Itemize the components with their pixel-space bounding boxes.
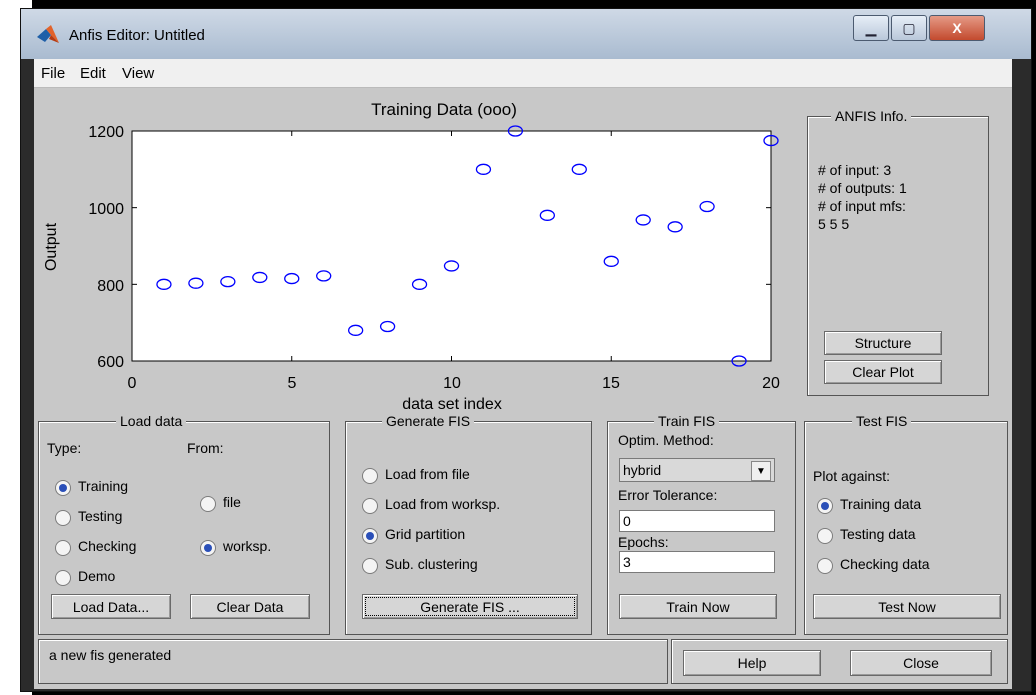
menu-view[interactable]: View [122, 65, 154, 82]
menu-edit[interactable]: Edit [80, 65, 106, 82]
x-tick-label: 10 [443, 375, 461, 392]
chevron-down-icon: ▼ [751, 461, 771, 481]
radio-grid-partition[interactable] [362, 528, 378, 544]
optim-method-select[interactable]: hybrid ▼ [619, 458, 775, 482]
test-now-button[interactable]: Test Now [813, 594, 1001, 619]
radio-training-data[interactable] [817, 498, 833, 514]
clear-plot-button[interactable]: Clear Plot [824, 360, 942, 384]
screen: Anfis Editor: Untitled ▁ ▢ X File Edit V… [0, 0, 1036, 695]
minimize-icon: ▁ [865, 19, 877, 36]
radio-demo[interactable] [55, 570, 71, 586]
radio-checking-data[interactable] [817, 558, 833, 574]
anfis-info-title: ANFIS Info. [831, 108, 912, 124]
info-mfs-values: 5 5 5 [818, 216, 850, 232]
menu-file[interactable]: File [41, 65, 65, 82]
optim-method-label: Optim. Method: [618, 432, 714, 448]
info-outputs: # of outputs: 1 [818, 180, 907, 196]
load-data-button[interactable]: Load Data... [51, 594, 171, 619]
generate-fis-button[interactable]: Generate FIS ... [362, 594, 578, 619]
radio-workspace-label: worksp. [223, 538, 272, 554]
radio-checking[interactable] [55, 540, 71, 556]
y-tick-label: 1000 [88, 201, 124, 218]
error-tolerance-input[interactable] [619, 510, 775, 532]
close-button[interactable]: Close [850, 650, 992, 676]
radio-testing[interactable] [55, 510, 71, 526]
radio-sub-clustering-label: Sub. clustering [385, 556, 478, 572]
x-axis-label: data set index [402, 396, 502, 409]
train-fis-title: Train FIS [654, 413, 720, 429]
train-now-button[interactable]: Train Now [619, 594, 777, 619]
close-window-button[interactable]: X [929, 15, 985, 41]
plot-axes [131, 130, 772, 362]
matlab-logo-icon [37, 25, 59, 43]
minimize-button[interactable]: ▁ [853, 15, 889, 41]
x-tick-label: 15 [602, 375, 620, 392]
training-data-plot: Training Data (ooo) 0 5 10 15 20 600 800… [43, 100, 780, 409]
maximize-icon: ▢ [902, 19, 916, 36]
info-inputs: # of input: 3 [818, 162, 892, 178]
clear-data-button[interactable]: Clear Data [190, 594, 310, 619]
y-tick-label: 1200 [88, 124, 124, 141]
y-axis-label: Output [43, 222, 60, 271]
window-title: Anfis Editor: Untitled [69, 27, 205, 44]
status-message: a new fis generated [49, 647, 172, 663]
load-data-title: Load data [116, 413, 187, 429]
radio-sub-clustering[interactable] [362, 558, 378, 574]
radio-load-from-file-label: Load from file [385, 466, 470, 482]
anfis-editor-window: Anfis Editor: Untitled ▁ ▢ X File Edit V… [20, 8, 1032, 692]
y-tick-label: 600 [97, 354, 124, 371]
x-tick-label: 5 [288, 375, 297, 392]
radio-training[interactable] [55, 480, 71, 496]
radio-grid-partition-label: Grid partition [385, 526, 466, 542]
plot-against-label: Plot against: [813, 468, 891, 484]
radio-testing-label: Testing [78, 508, 123, 524]
epochs-input[interactable] [619, 551, 775, 573]
test-fis-title: Test FIS [852, 413, 912, 429]
radio-load-from-workspace-label: Load from worksp. [385, 496, 501, 512]
radio-workspace[interactable] [200, 540, 216, 556]
error-tolerance-label: Error Tolerance: [618, 487, 718, 503]
info-mfs-label: # of input mfs: [818, 198, 906, 214]
radio-training-data-label: Training data [840, 496, 922, 512]
radio-testing-data-label: Testing data [840, 526, 916, 542]
radio-training-label: Training [78, 478, 129, 494]
radio-testing-data[interactable] [817, 528, 833, 544]
epochs-label: Epochs: [618, 534, 669, 550]
radio-load-from-workspace[interactable] [362, 498, 378, 514]
radio-demo-label: Demo [78, 568, 116, 584]
radio-checking-label: Checking [78, 538, 137, 554]
generate-fis-title: Generate FIS [382, 413, 475, 429]
maximize-button[interactable]: ▢ [891, 15, 927, 41]
radio-checking-data-label: Checking data [840, 556, 930, 572]
y-tick-label: 800 [97, 278, 124, 295]
radio-load-from-file[interactable] [362, 468, 378, 484]
plot-title: Training Data (ooo) [371, 100, 517, 119]
x-tick-label: 20 [762, 375, 780, 392]
close-icon: X [952, 20, 962, 36]
menu-bar: File Edit View [34, 59, 1012, 88]
help-button[interactable]: Help [683, 650, 821, 676]
optim-method-value: hybrid [623, 462, 662, 478]
x-tick-label: 0 [128, 375, 137, 392]
radio-file[interactable] [200, 496, 216, 512]
from-label: From: [187, 440, 224, 456]
title-bar[interactable]: Anfis Editor: Untitled ▁ ▢ X [21, 9, 1031, 59]
structure-button[interactable]: Structure [824, 331, 942, 355]
window-client: File Edit View Training Data (ooo) 0 5 1… [34, 59, 1012, 689]
radio-file-label: file [223, 494, 241, 510]
type-label: Type: [47, 440, 82, 456]
